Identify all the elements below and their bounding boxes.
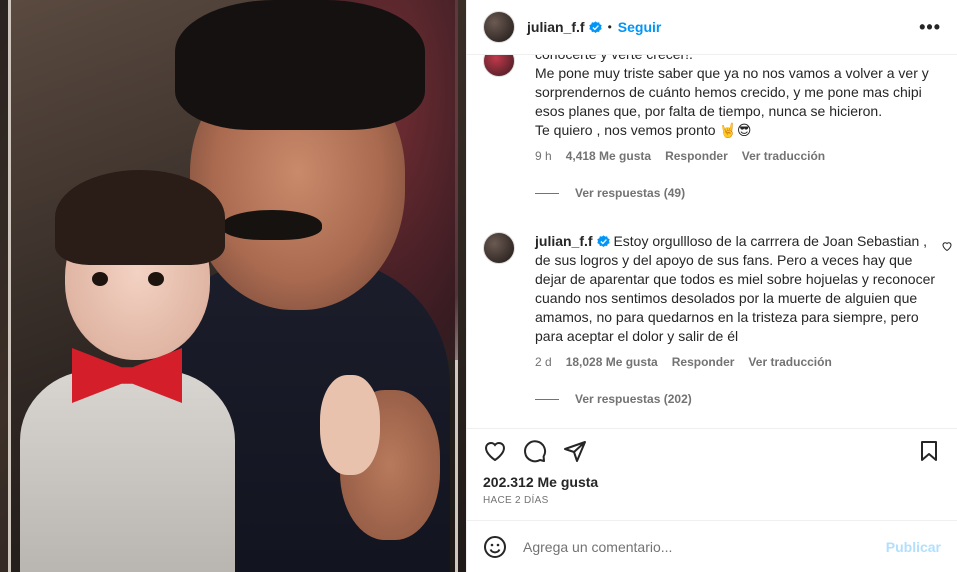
comment-icon[interactable] <box>523 439 547 463</box>
post-header: julian_f.f • Seguir ••• <box>467 0 957 55</box>
comment-username[interactable]: julian_f.f <box>535 233 593 249</box>
view-replies-button[interactable]: Ver respuestas (49) <box>535 186 941 200</box>
comment-item: conocerte y verte crecer!. Me pone muy t… <box>483 55 941 200</box>
comment-text: conocerte y verte crecer!. Me pone muy t… <box>535 55 929 138</box>
bookmark-icon[interactable] <box>917 439 941 463</box>
view-replies-label: Ver respuestas (49) <box>575 186 686 200</box>
comment-input[interactable] <box>523 538 886 555</box>
avatar[interactable] <box>483 55 515 77</box>
verified-badge-icon <box>596 235 610 248</box>
add-comment-bar: Publicar <box>467 520 957 572</box>
share-icon[interactable] <box>563 439 587 463</box>
translate-button[interactable]: Ver traducción <box>748 355 831 369</box>
translate-button[interactable]: Ver traducción <box>742 149 825 163</box>
verified-badge-icon <box>588 20 602 33</box>
view-replies-button[interactable]: Ver respuestas (202) <box>535 392 941 406</box>
avatar[interactable] <box>483 232 515 264</box>
post-photo[interactable] <box>0 0 466 572</box>
more-options-icon[interactable]: ••• <box>919 17 941 38</box>
comment-likes[interactable]: 18,028 Me gusta <box>566 355 658 369</box>
comments-list[interactable]: conocerte y verte crecer!. Me pone muy t… <box>467 55 957 428</box>
follow-button[interactable]: Seguir <box>618 19 662 35</box>
comment-meta: 2 d 18,028 Me gusta Responder Ver traduc… <box>535 355 941 369</box>
heart-icon[interactable] <box>483 439 507 463</box>
comment-text: Estoy orgullloso de la carrrera de Joan … <box>535 233 936 344</box>
comment-time: 2 d <box>535 355 552 369</box>
post-sidebar: julian_f.f • Seguir ••• conocerte y vert… <box>466 0 957 572</box>
comment-meta: 9 h 4,418 Me gusta Responder Ver traducc… <box>535 149 941 163</box>
post-likes-count[interactable]: 202.312 Me gusta <box>467 474 957 490</box>
like-comment-heart-icon[interactable] <box>941 240 953 252</box>
emoji-icon[interactable] <box>483 535 507 559</box>
post-timestamp: HACE 2 DÍAS <box>483 495 549 506</box>
reply-button[interactable]: Responder <box>672 355 735 369</box>
view-replies-label: Ver respuestas (202) <box>575 392 692 406</box>
reply-button[interactable]: Responder <box>665 149 728 163</box>
avatar[interactable] <box>483 11 515 43</box>
comment-item: julian_f.f Estoy orgullloso de la carrre… <box>483 232 952 406</box>
comment-likes[interactable]: 4,418 Me gusta <box>566 149 651 163</box>
separator-dot: • <box>607 20 612 34</box>
username[interactable]: julian_f.f <box>527 19 585 35</box>
comment-body: julian_f.f Estoy orgullloso de la carrre… <box>535 232 941 346</box>
comment-time: 9 h <box>535 149 552 163</box>
publish-button[interactable]: Publicar <box>886 539 941 555</box>
post-actions <box>467 428 957 472</box>
